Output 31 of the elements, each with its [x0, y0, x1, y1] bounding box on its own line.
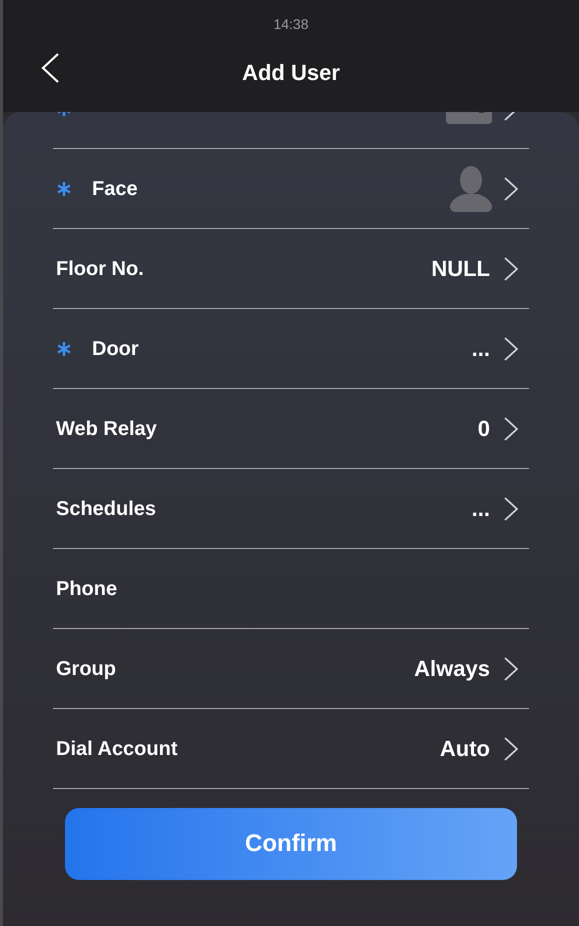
- row-value: 0: [478, 415, 490, 443]
- row-label: Door: [92, 336, 139, 362]
- list-row[interactable]: Floor No. NULL: [53, 229, 529, 309]
- list-row[interactable]: Group Always: [53, 629, 529, 709]
- person-icon: [450, 166, 492, 212]
- row-label: Group: [56, 656, 116, 682]
- list-row[interactable]: Phone: [53, 549, 529, 629]
- page-title: Add User: [242, 58, 340, 86]
- row-value: Auto: [440, 735, 490, 763]
- row-label: Face: [92, 176, 138, 202]
- row-label: Schedules: [56, 496, 156, 522]
- chevron-icon[interactable]: [504, 656, 518, 682]
- chevron-icon[interactable]: [504, 496, 518, 522]
- chevron-icon[interactable]: [504, 336, 518, 362]
- list-row[interactable]: Schedules ...: [53, 469, 529, 549]
- row-label: Dial Account: [56, 736, 178, 762]
- chevron-icon[interactable]: [504, 416, 518, 442]
- row-value: Always: [414, 655, 490, 683]
- chevron-icon[interactable]: [504, 736, 518, 762]
- status-time: 14:38: [273, 15, 309, 33]
- row-label: Floor No.: [56, 256, 144, 282]
- row-label: Web Relay: [56, 416, 157, 442]
- row-value: ...: [472, 335, 490, 363]
- back-icon: [40, 52, 60, 84]
- row-value: NULL: [431, 255, 490, 283]
- row-label: Phone: [56, 576, 118, 602]
- list-row[interactable]: Web Relay 0: [53, 389, 529, 469]
- chevron-icon[interactable]: [504, 256, 518, 282]
- list-row[interactable]: Dial Account Auto: [53, 709, 529, 789]
- row-value: ...: [472, 495, 490, 523]
- chevron-icon[interactable]: [504, 176, 518, 202]
